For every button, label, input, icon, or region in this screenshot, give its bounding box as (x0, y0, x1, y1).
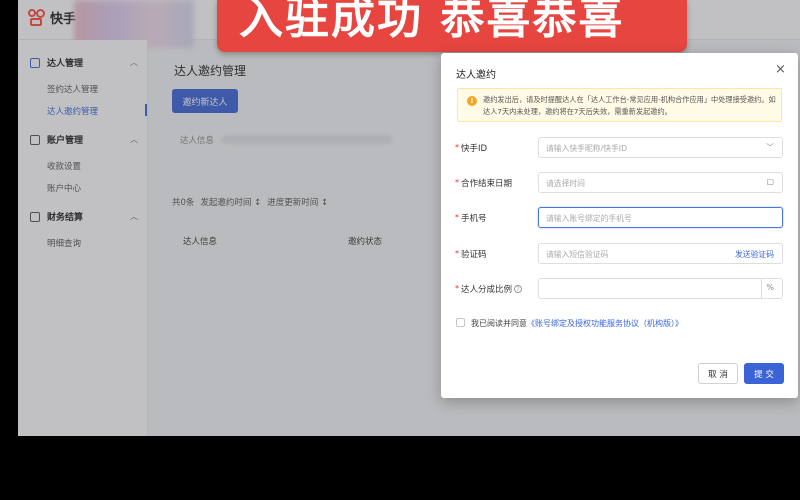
required-mark: * (455, 143, 459, 152)
field-label: 手机号 (461, 214, 487, 224)
placeholder: 请输入短信验证码 (546, 250, 609, 259)
field-label: 达人分成比例? (461, 283, 523, 295)
field-label: 快手ID (461, 144, 488, 154)
phone-input[interactable]: 请输入账号绑定的手机号 (538, 207, 783, 228)
verification-code-row: * 验证码 请输入短信验证码 发送验证码 (441, 243, 798, 265)
send-code-button[interactable]: 发送验证码 (735, 249, 774, 260)
field-label: 合作结束日期 (461, 179, 513, 189)
agreement-checkbox[interactable] (456, 318, 465, 327)
dialog-title: 达人邀约 (456, 70, 496, 81)
banner-text: 入驻成功 恭喜恭喜 (239, 0, 625, 44)
notice-text: 邀约发出后，请及时提醒达人在「达人工作台-常见应用-机构合作应用」中处理接受邀约… (483, 95, 776, 116)
kuaishou-id-select[interactable]: 请输入快手昵称/快手ID ﹀ (538, 137, 783, 158)
placeholder: 请输入账号绑定的手机号 (546, 214, 632, 223)
agreement-row: 我已阅读并同意《账号绑定及授权功能服务协议（机构版）》 (456, 318, 683, 329)
calendar-icon: ▢ (766, 177, 774, 186)
required-mark: * (455, 178, 459, 187)
ratio-input[interactable]: % (538, 278, 783, 299)
cancel-button[interactable]: 取 消 (698, 363, 738, 384)
invite-dialog: 达人邀约 × ! 邀约发出后，请及时提醒达人在「达人工作台-常见应用-机构合作应… (441, 53, 798, 398)
chevron-down-icon: ﹀ (766, 143, 774, 152)
notice-box: ! 邀约发出后，请及时提醒达人在「达人工作台-常见应用-机构合作应用」中处理接受… (457, 88, 782, 122)
verification-code-input[interactable]: 请输入短信验证码 发送验证码 (538, 243, 783, 264)
ratio-label-text: 达人分成比例 (461, 285, 513, 295)
placeholder: 请选择时间 (546, 179, 585, 188)
field-label: 验证码 (461, 250, 487, 260)
kuaishou-id-row: * 快手ID 请输入快手昵称/快手ID ﹀ (441, 137, 798, 159)
close-icon[interactable]: × (775, 63, 786, 76)
end-date-row: * 合作结束日期 请选择时间 ▢ (441, 172, 798, 194)
ratio-row: * 达人分成比例? % (441, 278, 798, 300)
divider (761, 279, 762, 298)
agreement-prefix: 我已阅读并同意 (471, 319, 527, 328)
required-mark: * (455, 249, 459, 258)
phone-row: * 手机号 请输入账号绑定的手机号 (441, 207, 798, 229)
celebration-banner: 入驻成功 恭喜恭喜 (217, 0, 687, 52)
required-mark: * (455, 284, 459, 293)
percent-suffix: % (766, 283, 774, 292)
warning-icon: ! (467, 96, 477, 106)
agreement-link[interactable]: 《账号绑定及授权功能服务协议（机构版）》 (527, 319, 683, 328)
placeholder: 请输入快手昵称/快手ID (546, 144, 628, 153)
required-mark: * (455, 213, 459, 222)
help-icon[interactable]: ? (514, 285, 523, 293)
end-date-picker[interactable]: 请选择时间 ▢ (538, 172, 783, 193)
submit-button[interactable]: 提 交 (744, 363, 784, 384)
